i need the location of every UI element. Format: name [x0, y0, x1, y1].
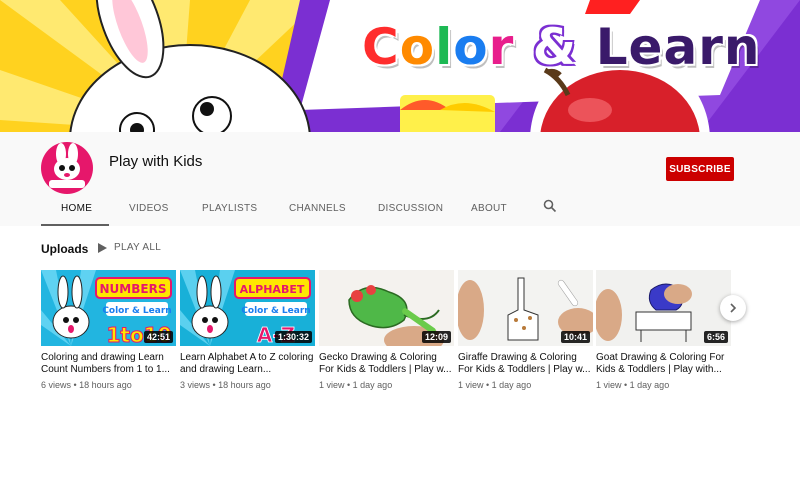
video-meta: 1 view • 1 day ago — [458, 380, 532, 390]
video-thumbnail[interactable]: 12:09 — [319, 270, 454, 346]
video-meta: 6 views • 18 hours ago — [41, 380, 132, 390]
video-duration: 1:30:32 — [274, 331, 312, 343]
video-thumbnail[interactable]: 6:56 — [596, 270, 731, 346]
tab-videos[interactable]: VIDEOS — [129, 202, 169, 226]
search-icon[interactable] — [543, 199, 557, 218]
tab-about[interactable]: ABOUT — [471, 202, 507, 226]
video-title[interactable]: Gecko Drawing & Coloring For Kids & Todd… — [319, 352, 454, 375]
play-icon — [98, 242, 107, 253]
video-thumbnail[interactable]: ALPHABET Color & Learn A-Z 1:30:32 — [180, 270, 315, 346]
video-thumbnail[interactable]: 10:41 — [458, 270, 593, 346]
banner-title-letter: r — [488, 18, 515, 76]
video-meta: 1 view • 1 day ago — [319, 380, 393, 390]
banner-title-letter: l — [435, 18, 454, 76]
video-title[interactable]: Goat Drawing & Coloring For Kids & Toddl… — [596, 352, 731, 375]
video-card[interactable]: ALPHABET Color & Learn A-Z 1:30:32 Learn… — [180, 270, 315, 390]
chevron-right-icon — [730, 303, 737, 313]
tab-playlists[interactable]: PLAYLISTS — [202, 202, 257, 226]
channel-name[interactable]: Play with Kids — [109, 153, 202, 170]
banner-title-letter: o — [453, 18, 489, 76]
video-title[interactable]: Learn Alphabet A to Z coloring and drawi… — [180, 352, 315, 375]
banner-title: Color & Learn — [362, 18, 760, 76]
play-all-button[interactable]: PLAY ALL — [98, 242, 161, 253]
video-card[interactable]: 6:56 Goat Drawing & Coloring For Kids & … — [596, 270, 731, 390]
thumb-text-top: NUMBERS — [100, 282, 167, 296]
thumb-text-top: ALPHABET — [240, 283, 305, 296]
video-duration: 12:09 — [421, 331, 451, 343]
banner-title-amp: & — [532, 18, 578, 76]
video-title[interactable]: Coloring and drawing Learn Count Numbers… — [41, 352, 176, 375]
video-duration: 10:41 — [560, 331, 590, 343]
video-card[interactable]: 10:41 Giraffe Drawing & Coloring For Kid… — [458, 270, 593, 390]
video-title[interactable]: Giraffe Drawing & Coloring For Kids & To… — [458, 352, 593, 375]
video-meta: 3 views • 18 hours ago — [180, 380, 271, 390]
play-all-label: PLAY ALL — [114, 242, 162, 253]
video-card[interactable]: 12:09 Gecko Drawing & Coloring For Kids … — [319, 270, 454, 390]
video-duration: 6:56 — [703, 331, 728, 343]
thumb-text-mid: Color & Learn — [102, 306, 171, 316]
thumb-text-mid: Color & Learn — [241, 306, 310, 316]
bunny-avatar-icon — [49, 143, 85, 188]
video-thumbnail[interactable]: NUMBERS Color & Learn 1to10 42:51 — [41, 270, 176, 346]
active-tab-indicator — [41, 224, 109, 226]
channel-avatar[interactable] — [41, 142, 93, 194]
channel-banner: Color & Learn — [0, 0, 800, 132]
tab-channels[interactable]: CHANNELS — [289, 202, 346, 226]
banner-title-letter: C — [362, 18, 400, 76]
channel-header: Play with Kids SUBSCRIBE HOME VIDEOS PLA… — [0, 132, 800, 226]
tab-home[interactable]: HOME — [61, 202, 92, 226]
subscribe-button[interactable]: SUBSCRIBE — [666, 157, 734, 181]
banner-title-letter: o — [399, 18, 436, 76]
next-videos-button[interactable] — [720, 295, 746, 321]
video-duration: 42:51 — [143, 331, 173, 343]
banner-title-word2: Learn — [595, 18, 761, 76]
tab-discussion[interactable]: DISCUSSION — [378, 202, 443, 226]
video-card[interactable]: NUMBERS Color & Learn 1to10 42:51 Colori… — [41, 270, 176, 390]
video-meta: 1 view • 1 day ago — [596, 380, 670, 390]
uploads-heading[interactable]: Uploads — [41, 242, 88, 256]
